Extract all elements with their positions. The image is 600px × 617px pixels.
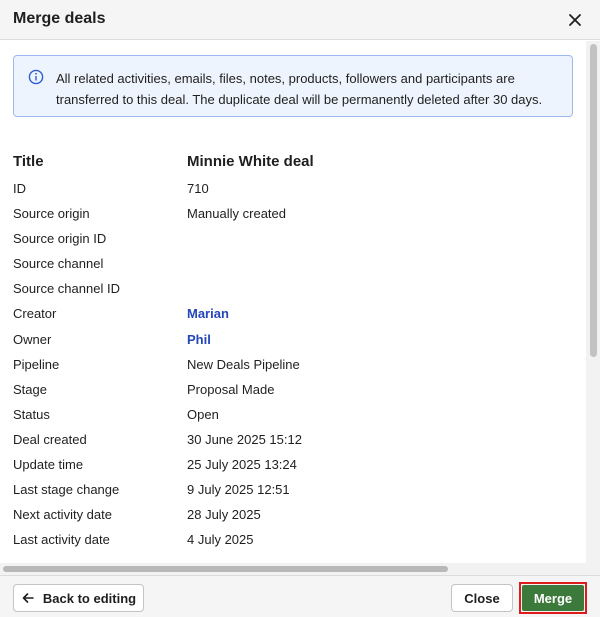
creator-link[interactable]: Marian xyxy=(187,306,229,321)
dialog-footer: Back to editing Close Merge xyxy=(0,575,600,617)
back-to-editing-label: Back to editing xyxy=(42,590,137,606)
field-row: Next activity date 28 July 2025 xyxy=(13,502,573,527)
field-label: Title xyxy=(13,153,44,170)
field-row: Status Open xyxy=(13,402,573,427)
vertical-scrollbar-thumb[interactable] xyxy=(590,44,597,357)
field-row: Stage Proposal Made xyxy=(13,377,573,402)
field-label: Update time xyxy=(13,457,84,473)
field-value: Proposal Made xyxy=(187,381,275,397)
field-value: 9 July 2025 12:51 xyxy=(187,482,290,498)
field-value: Minnie White deal xyxy=(187,153,314,170)
close-icon[interactable] xyxy=(564,9,586,31)
field-label: Next activity date xyxy=(13,507,112,523)
field-label: Source origin xyxy=(13,206,90,222)
deal-fields-list: Title Minnie White deal ID 710 Source or… xyxy=(13,149,573,552)
field-value: 710 xyxy=(187,181,209,196)
dialog-header: Merge deals xyxy=(0,0,600,40)
info-text: All related activities, emails, files, n… xyxy=(56,71,543,107)
field-label: Stage xyxy=(13,381,47,397)
owner-link[interactable]: Phil xyxy=(187,332,211,347)
arrow-left-icon xyxy=(22,593,34,603)
field-row: Last activity date 4 July 2025 xyxy=(13,527,573,552)
info-banner: All related activities, emails, files, n… xyxy=(13,55,573,117)
field-value: 28 July 2025 xyxy=(187,507,261,523)
field-label: Owner xyxy=(13,331,52,347)
field-label: Last activity date xyxy=(13,532,110,548)
back-to-editing-button[interactable]: Back to editing xyxy=(13,584,144,612)
field-value: Manually created xyxy=(187,206,286,222)
field-label: Last stage change xyxy=(13,482,120,498)
merge-deals-dialog: Merge deals All related activities, emai… xyxy=(0,0,600,617)
field-value: 4 July 2025 xyxy=(187,532,254,548)
field-value: Open xyxy=(187,406,219,422)
field-label: Deal created xyxy=(13,431,87,447)
field-row: Update time 25 July 2025 13:24 xyxy=(13,452,573,477)
field-value: New Deals Pipeline xyxy=(187,356,300,372)
field-row: Deal created 30 June 2025 15:12 xyxy=(13,427,573,452)
field-row: ID 710 xyxy=(13,176,573,201)
field-label: Creator xyxy=(13,306,57,322)
dialog-title: Merge deals xyxy=(13,10,106,27)
field-row: Owner Phil xyxy=(13,327,573,352)
field-label: Status xyxy=(13,406,50,422)
field-row-title: Title Minnie White deal xyxy=(13,149,573,176)
dialog-body: All related activities, emails, files, n… xyxy=(0,41,586,563)
field-label: Source origin ID xyxy=(13,231,107,247)
field-row: Creator Marian xyxy=(13,301,573,326)
field-row: Last stage change 9 July 2025 12:51 xyxy=(13,477,573,502)
field-row: Source origin ID xyxy=(13,226,573,251)
field-row: Source channel xyxy=(13,251,573,276)
field-row: Source origin Manually created xyxy=(13,201,573,226)
field-label: ID xyxy=(13,181,26,196)
field-row: Pipeline New Deals Pipeline xyxy=(13,352,573,377)
field-label: Pipeline xyxy=(13,356,60,372)
field-value: 30 June 2025 15:12 xyxy=(187,431,302,447)
info-icon xyxy=(28,69,44,85)
close-button[interactable]: Close xyxy=(451,584,513,612)
field-value: 25 July 2025 13:24 xyxy=(187,457,297,473)
horizontal-scrollbar-thumb[interactable] xyxy=(3,566,448,572)
merge-button[interactable]: Merge xyxy=(522,585,584,611)
field-label: Source channel xyxy=(13,256,104,272)
field-row: Source channel ID xyxy=(13,276,573,301)
field-label: Source channel ID xyxy=(13,281,120,297)
